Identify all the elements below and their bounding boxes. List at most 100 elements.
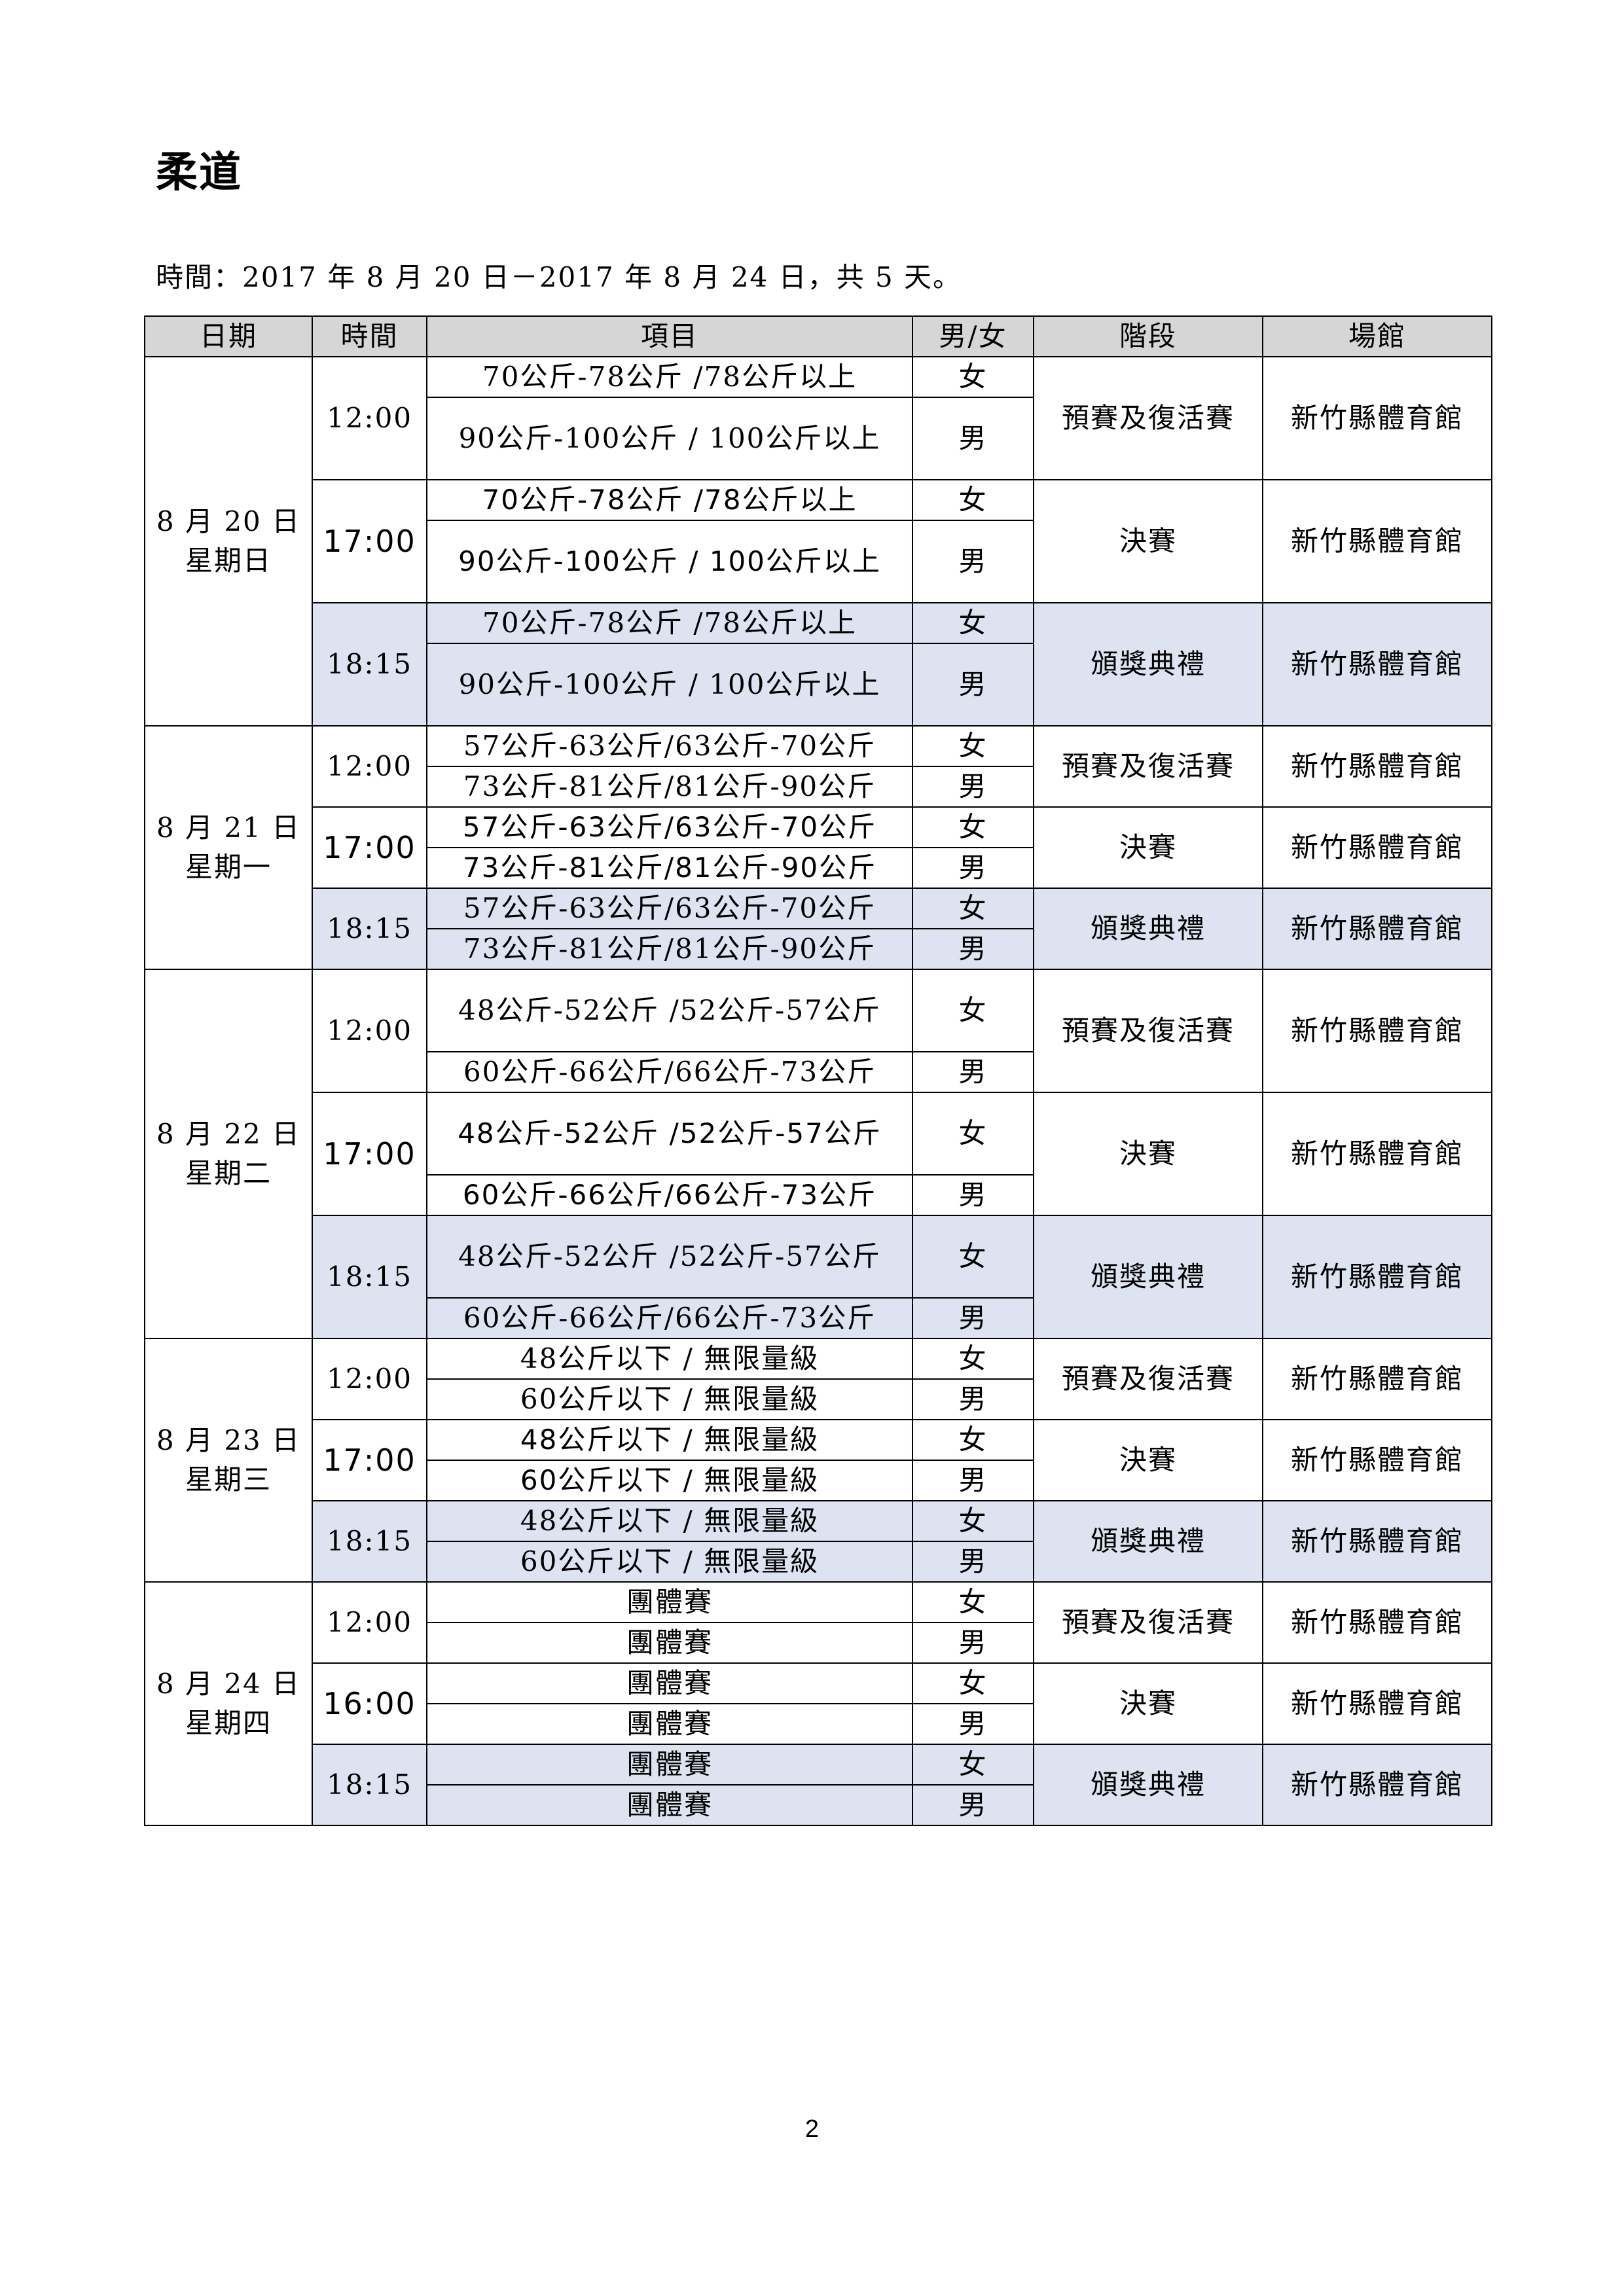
item-cell: 73公斤-81公斤/81公斤-90公斤 xyxy=(426,766,913,808)
venue-cell: 新竹縣體育館 xyxy=(1262,1419,1492,1501)
venue-cell: 新竹縣體育館 xyxy=(1262,969,1492,1093)
item-cell: 60公斤-66公斤/66公斤-73公斤 xyxy=(426,1174,913,1216)
item-cell: 48公斤以下 / 無限量級 xyxy=(426,1338,913,1380)
venue-cell: 新竹縣體育館 xyxy=(1262,1215,1492,1339)
venue-cell: 新竹縣體育館 xyxy=(1262,1662,1492,1745)
table-row: 8 月 22 日星期二 12:00 48公斤-52公斤 /52公斤-57公斤女預賽及… xyxy=(144,969,1492,1339)
stage-cell: 頒獎典禮 xyxy=(1033,602,1263,726)
time-cell: 12:00 xyxy=(312,725,427,808)
time-cell: 12:00 xyxy=(312,969,427,1093)
stage-cell: 決賽 xyxy=(1033,1419,1263,1501)
page-number: 2 xyxy=(804,2115,820,2143)
time-cell: 17:00 xyxy=(312,1419,427,1501)
gender-cell: 女 xyxy=(912,806,1034,848)
date-cell: 8 月 23 日 星期三 xyxy=(144,1338,313,1583)
stage-cell: 頒獎典禮 xyxy=(1033,1500,1263,1583)
table-row: 16:00 團體賽女決賽 新竹縣體育館 xyxy=(145,1662,1492,1745)
date-cell: 8 月 20 日 星期日 xyxy=(144,356,313,726)
time-cell: 18:15 xyxy=(312,1500,427,1583)
item-cell: 團體賽 xyxy=(426,1662,913,1704)
gender-cell: 女 xyxy=(912,356,1034,398)
gender-cell: 女 xyxy=(912,1662,1034,1704)
gender-cell: 女 xyxy=(912,1500,1034,1542)
gender-cell: 女 xyxy=(912,888,1034,929)
gender-cell: 男 xyxy=(912,1378,1034,1420)
table-row: 18:15 70公斤-78公斤 /78公斤以上女頒獎典禮 新竹縣體育館 xyxy=(145,602,1492,726)
item-cell: 90公斤-100公斤 / 100公斤以上 xyxy=(426,520,913,603)
gender-cell: 男 xyxy=(912,1541,1034,1583)
stage-cell: 決賽 xyxy=(1033,479,1263,603)
item-cell: 57公斤-63公斤/63公斤-70公斤 xyxy=(426,725,913,767)
venue-cell: 新竹縣體育館 xyxy=(1262,1744,1492,1826)
judo-schedule-table: 日期 時間 項目 男/女 階段 場館 8 月 20 日 星期日 12:00 70公斤… xyxy=(144,315,1492,1826)
gender-cell: 女 xyxy=(912,1419,1034,1461)
time-cell: 18:15 xyxy=(312,888,427,970)
time-cell: 12:00 xyxy=(312,356,427,480)
gender-cell: 男 xyxy=(912,1051,1034,1093)
table-row: 17:00 70公斤-78公斤 /78公斤以上女決賽 新竹縣體育館 xyxy=(145,479,1492,603)
stage-cell: 決賽 xyxy=(1033,1662,1263,1745)
page-title: 柔道 xyxy=(156,149,242,197)
item-cell: 57公斤-63公斤/63公斤-70公斤 xyxy=(426,888,913,929)
gender-cell: 男 xyxy=(912,1174,1034,1216)
venue-cell: 新竹縣體育館 xyxy=(1262,806,1492,889)
stage-cell: 決賽 xyxy=(1033,1092,1263,1216)
gender-cell: 男 xyxy=(912,847,1034,889)
stage-cell: 預賽及復活賽 xyxy=(1033,969,1263,1093)
gender-cell: 女 xyxy=(912,1338,1034,1380)
gender-cell: 男 xyxy=(912,397,1034,480)
gender-cell: 女 xyxy=(912,1215,1034,1299)
stage-cell: 預賽及復活賽 xyxy=(1033,1581,1263,1664)
item-cell: 60公斤以下 / 無限量級 xyxy=(426,1378,913,1420)
table-row: 17:00 57公斤-63公斤/63公斤-70公斤女決賽 新竹縣體育館 xyxy=(145,806,1492,889)
gender-cell: 男 xyxy=(912,643,1034,726)
schedule-body: 8 月 20 日 星期日 12:00 70公斤-78公斤 /78公斤以上女預賽及復活… xyxy=(144,356,1492,1826)
table-row: 8 月 24 日星期四 12:00 團體賽女預賽及復活賽 新竹縣體育館 xyxy=(144,1581,1492,1826)
time-cell: 16:00 xyxy=(312,1662,427,1745)
table-row: 18:15 57公斤-63公斤/63公斤-70公斤女頒獎典禮 新竹縣體育館 xyxy=(145,888,1492,970)
item-cell: 60公斤以下 / 無限量級 xyxy=(426,1541,913,1583)
gender-cell: 男 xyxy=(912,1622,1034,1664)
venue-cell: 新竹縣體育館 xyxy=(1262,1092,1492,1216)
date-cell: 8 月 21 日 星期一 xyxy=(144,725,313,970)
item-cell: 48公斤以下 / 無限量級 xyxy=(426,1419,913,1461)
item-cell: 90公斤-100公斤 / 100公斤以上 xyxy=(426,643,913,726)
schedule-period: 時間：2017 年 8 月 20 日－2017 年 8 月 24 日，共 5 天… xyxy=(156,261,962,293)
stage-cell: 決賽 xyxy=(1033,806,1263,889)
item-cell: 70公斤-78公斤 /78公斤以上 xyxy=(426,479,913,521)
gender-cell: 男 xyxy=(912,928,1034,970)
venue-cell: 新竹縣體育館 xyxy=(1262,1581,1492,1664)
header-stage: 階段 xyxy=(1033,315,1263,357)
time-cell: 18:15 xyxy=(312,602,427,726)
item-cell: 57公斤-63公斤/63公斤-70公斤 xyxy=(426,806,913,848)
gender-cell: 女 xyxy=(912,1092,1034,1175)
stage-cell: 預賽及復活賽 xyxy=(1033,1338,1263,1420)
gender-cell: 男 xyxy=(912,520,1034,603)
gender-cell: 男 xyxy=(912,766,1034,808)
header-venue: 場館 xyxy=(1262,315,1492,357)
gender-cell: 男 xyxy=(912,1297,1034,1339)
stage-cell: 頒獎典禮 xyxy=(1033,1215,1263,1339)
item-cell: 48公斤-52公斤 /52公斤-57公斤 xyxy=(426,1092,913,1175)
time-cell: 17:00 xyxy=(312,806,427,889)
stage-cell: 預賽及復活賽 xyxy=(1033,725,1263,808)
venue-cell: 新竹縣體育館 xyxy=(1262,602,1492,726)
table-row: 8 月 23 日 星期三 12:00 48公斤以下 / 無限量級女預賽及復活賽 新竹縣… xyxy=(144,1338,1492,1583)
time-cell: 17:00 xyxy=(312,479,427,603)
item-cell: 團體賽 xyxy=(426,1744,913,1785)
venue-cell: 新竹縣體育館 xyxy=(1262,356,1492,480)
gender-cell: 女 xyxy=(912,1744,1034,1785)
time-cell: 17:00 xyxy=(312,1092,427,1216)
header-time: 時間 xyxy=(312,315,427,357)
table-row: 18:15 48公斤-52公斤 /52公斤-57公斤女頒獎典禮 新竹縣體育館 xyxy=(145,1215,1492,1339)
gender-cell: 女 xyxy=(912,602,1034,644)
gender-cell: 女 xyxy=(912,969,1034,1052)
table-row: 18:15 團體賽女頒獎典禮 新竹縣體育館 xyxy=(145,1744,1492,1826)
date-cell: 8 月 24 日星期四 xyxy=(144,1581,313,1826)
venue-cell: 新竹縣體育館 xyxy=(1262,1338,1492,1420)
venue-cell: 新竹縣體育館 xyxy=(1262,479,1492,603)
item-cell: 60公斤以下 / 無限量級 xyxy=(426,1460,913,1501)
item-cell: 90公斤-100公斤 / 100公斤以上 xyxy=(426,397,913,480)
item-cell: 團體賽 xyxy=(426,1703,913,1745)
gender-cell: 男 xyxy=(912,1703,1034,1745)
